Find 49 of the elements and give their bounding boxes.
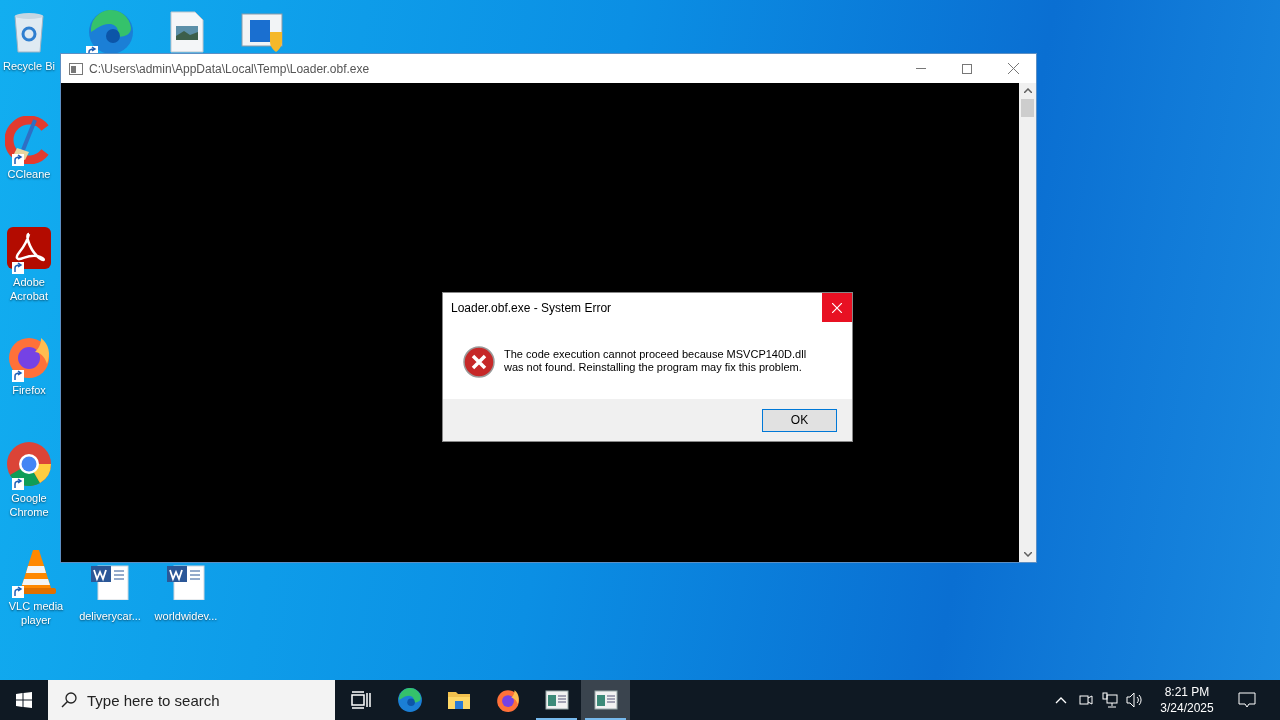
app-window-icon — [544, 690, 569, 710]
error-icon — [463, 346, 495, 378]
chrome-icon — [5, 440, 53, 488]
clock-time: 8:21 PM — [1164, 684, 1210, 700]
notification-icon[interactable] — [1238, 692, 1256, 708]
task-view-icon — [350, 691, 371, 709]
clock-date: 3/24/2025 — [1160, 700, 1214, 716]
search-icon — [61, 692, 77, 708]
clock[interactable]: 8:21 PM 3/24/2025 — [1152, 684, 1222, 716]
desktop-icon-label[interactable]: Google Chrome — [0, 491, 58, 519]
maximize-icon — [962, 63, 972, 74]
edge-icon — [87, 8, 135, 56]
search-field[interactable]: Type here to search — [48, 680, 335, 720]
app-window-icon — [593, 690, 618, 710]
scroll-down-icon[interactable] — [1023, 552, 1032, 557]
dialog-title: Loader.obf.exe - System Error — [451, 299, 612, 317]
folder-icon — [446, 689, 471, 711]
camera-icon[interactable] — [1079, 692, 1093, 708]
running-indicator — [536, 718, 577, 720]
ok-button[interactable]: OK — [762, 408, 837, 432]
desktop-icon-label[interactable]: VLC media player — [0, 599, 72, 627]
close-icon — [832, 302, 842, 313]
desktop-icon-label[interactable]: deliverycar... — [79, 609, 141, 623]
desktop-icon-label[interactable]: Firefox — [12, 383, 46, 397]
volume-icon[interactable] — [1126, 692, 1143, 708]
window-title: C:\Users\admin\AppData\Local\Temp\Loader.obf.exe — [89, 60, 370, 78]
scroll-bar[interactable] — [1019, 83, 1036, 562]
firefox-icon — [494, 687, 521, 713]
desktop-icon-label[interactable]: Adobe Acrobat — [0, 275, 58, 303]
desktop-icon-label[interactable]: worldwidev... — [154, 609, 218, 623]
running-indicator — [585, 718, 626, 720]
word-document-icon — [90, 564, 130, 600]
windows-logo-icon — [16, 692, 32, 708]
desktop-icon-label[interactable]: Recycle Bi — [3, 59, 55, 73]
acrobat-icon — [6, 226, 52, 270]
scroll-up-icon[interactable] — [1023, 88, 1032, 93]
edge-icon — [396, 687, 423, 713]
close-icon — [1007, 63, 1019, 74]
desktop-icon-label[interactable]: CCleane — [7, 167, 51, 181]
console-app-icon — [69, 62, 83, 75]
error-message: The code execution cannot proceed because MSVCP140D.dll was not found. Reinstalling the program may fix this problem. — [504, 348, 808, 374]
word-document-icon — [166, 564, 206, 600]
network-icon[interactable] — [1102, 692, 1118, 708]
minimize-icon — [916, 68, 926, 69]
close-button[interactable] — [822, 293, 852, 322]
chevron-up-icon[interactable] — [1055, 696, 1067, 704]
scroll-thumb[interactable] — [1021, 99, 1034, 117]
window-shield-icon — [240, 10, 286, 54]
taskbar-button[interactable] — [581, 680, 630, 720]
